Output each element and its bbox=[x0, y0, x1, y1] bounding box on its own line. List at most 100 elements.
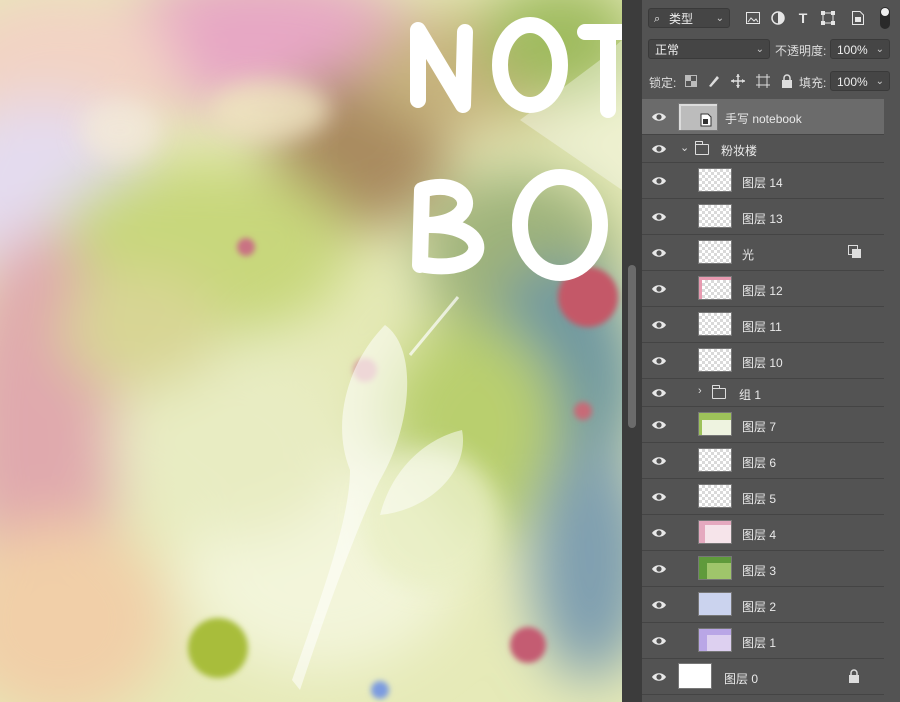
layer-name[interactable]: 图层 5 bbox=[742, 490, 776, 507]
layer-row[interactable]: › 组 1 bbox=[642, 379, 884, 407]
layer-row[interactable]: 图层 10 bbox=[642, 343, 884, 379]
layer-row[interactable]: 图层 2 bbox=[642, 587, 884, 623]
eye-icon[interactable] bbox=[651, 281, 667, 297]
canvas-vertical-scrollbar[interactable] bbox=[622, 0, 642, 702]
layer-thumbnail bbox=[698, 448, 732, 472]
blend-row: 正常 ⌄ 不透明度: 100% ⌄ bbox=[642, 37, 900, 63]
layer-thumbnail bbox=[698, 520, 732, 544]
layer-name[interactable]: 图层 12 bbox=[742, 282, 783, 299]
adjustment-filter-icon[interactable] bbox=[769, 9, 787, 27]
eye-icon[interactable] bbox=[651, 417, 667, 433]
lock-transparent-pixels-icon[interactable] bbox=[682, 72, 700, 90]
layer-name[interactable]: 图层 6 bbox=[742, 454, 776, 471]
filter-row: ⌕ 类型 ⌄ T bbox=[642, 0, 900, 34]
eye-icon[interactable] bbox=[651, 489, 667, 505]
fill-value: 100% bbox=[837, 75, 868, 89]
layer-name[interactable]: 图层 14 bbox=[742, 174, 783, 191]
lock-label: 锁定: bbox=[649, 76, 677, 90]
layer-row[interactable]: 图层 4 bbox=[642, 515, 884, 551]
eye-icon[interactable] bbox=[651, 245, 667, 261]
fill-input[interactable]: 100% ⌄ bbox=[830, 71, 890, 91]
layer-row[interactable]: 图层 3 bbox=[642, 551, 884, 587]
layer-thumbnail bbox=[698, 240, 732, 264]
blend-mode-select[interactable]: 正常 ⌄ bbox=[648, 39, 770, 59]
lock-artboard-icon[interactable] bbox=[754, 72, 772, 90]
shape-filter-icon[interactable] bbox=[819, 9, 837, 27]
eye-icon[interactable] bbox=[651, 669, 667, 685]
layer-thumbnail bbox=[678, 103, 718, 131]
filter-toggle[interactable] bbox=[880, 7, 890, 29]
layer-row[interactable]: 图层 7 bbox=[642, 407, 884, 443]
chevron-down-icon: ⌄ bbox=[875, 44, 884, 55]
layer-row[interactable]: 手写 notebook bbox=[642, 99, 884, 135]
layer-row[interactable]: 图层 5 bbox=[642, 479, 884, 515]
eye-icon[interactable] bbox=[651, 633, 667, 649]
eye-icon[interactable] bbox=[651, 141, 667, 157]
layer-name[interactable]: 图层 11 bbox=[742, 318, 782, 335]
layer-thumbnail bbox=[698, 412, 732, 436]
eye-icon[interactable] bbox=[651, 109, 667, 125]
layer-name[interactable]: 图层 0 bbox=[724, 670, 758, 687]
lock-all-icon[interactable] bbox=[778, 72, 796, 90]
fill-label: 填充: bbox=[799, 76, 827, 90]
eye-icon[interactable] bbox=[651, 209, 667, 225]
layer-row[interactable]: 图层 13 bbox=[642, 199, 884, 235]
layers-panel: ⌕ 类型 ⌄ T 正常 ⌄ 不透明度: 100% ⌄ 锁定: 填充: 100% … bbox=[642, 0, 900, 702]
layer-name[interactable]: 手写 notebook bbox=[725, 110, 802, 127]
layer-row[interactable]: 图层 1 bbox=[642, 623, 884, 659]
eye-icon[interactable] bbox=[651, 385, 667, 401]
filter-kind-label: 类型 bbox=[669, 12, 694, 26]
scrollbar-thumb[interactable] bbox=[628, 265, 636, 428]
layer-row[interactable]: 图层 11 bbox=[642, 307, 884, 343]
layer-name[interactable]: 图层 4 bbox=[742, 526, 776, 543]
eye-icon[interactable] bbox=[651, 453, 667, 469]
opacity-value: 100% bbox=[837, 43, 868, 57]
chevron-down-icon[interactable]: ⌄ bbox=[680, 141, 689, 154]
chevron-down-icon: ⌄ bbox=[715, 13, 724, 24]
layer-name[interactable]: 光 bbox=[742, 246, 754, 263]
layer-name[interactable]: 图层 13 bbox=[742, 210, 783, 227]
layer-thumbnail bbox=[698, 628, 732, 652]
layer-row[interactable]: 图层 14 bbox=[642, 163, 884, 199]
layer-row[interactable]: 图层 0 bbox=[642, 659, 884, 695]
image-filter-icon[interactable] bbox=[744, 9, 762, 27]
watercolor-artwork bbox=[0, 0, 622, 702]
filter-kind-select[interactable]: ⌕ 类型 ⌄ bbox=[648, 8, 730, 28]
eye-icon[interactable] bbox=[651, 317, 667, 333]
layer-thumbnail bbox=[678, 663, 712, 689]
layer-name[interactable]: 图层 3 bbox=[742, 562, 776, 579]
layer-row[interactable]: 图层 12 bbox=[642, 271, 884, 307]
lock-icon bbox=[848, 669, 862, 683]
eye-icon[interactable] bbox=[651, 525, 667, 541]
layer-name[interactable]: 组 1 bbox=[739, 386, 761, 403]
layer-name[interactable]: 图层 7 bbox=[742, 418, 776, 435]
type-filter-icon[interactable]: T bbox=[794, 9, 812, 27]
layer-thumbnail bbox=[698, 592, 732, 616]
lock-row: 锁定: 填充: 100% ⌄ bbox=[642, 68, 900, 94]
layer-name[interactable]: 图层 1 bbox=[742, 634, 776, 651]
eye-icon[interactable] bbox=[651, 597, 667, 613]
blend-mode-value: 正常 bbox=[655, 43, 680, 57]
search-icon: ⌕ bbox=[654, 13, 661, 25]
smart-object-filter-icon[interactable] bbox=[849, 9, 867, 27]
eye-icon[interactable] bbox=[651, 353, 667, 369]
folder-icon bbox=[712, 385, 726, 399]
layer-name[interactable]: 图层 2 bbox=[742, 598, 776, 615]
layer-name[interactable]: 粉妆楼 bbox=[721, 142, 757, 159]
layer-thumbnail bbox=[698, 348, 732, 372]
layer-row[interactable]: ⌄ 粉妆楼 bbox=[642, 135, 884, 163]
eye-icon[interactable] bbox=[651, 561, 667, 577]
opacity-input[interactable]: 100% ⌄ bbox=[830, 39, 890, 59]
folder-icon bbox=[695, 141, 709, 155]
layer-name[interactable]: 图层 10 bbox=[742, 354, 783, 371]
layer-row[interactable]: 图层 6 bbox=[642, 443, 884, 479]
chevron-down-icon: ⌄ bbox=[755, 44, 764, 55]
opacity-label: 不透明度: bbox=[775, 44, 827, 58]
lock-image-pixels-icon[interactable] bbox=[705, 72, 723, 90]
layer-row[interactable]: 光 bbox=[642, 235, 884, 271]
layer-thumbnail bbox=[698, 556, 732, 580]
chevron-right-icon[interactable]: › bbox=[698, 385, 702, 397]
lock-position-icon[interactable] bbox=[729, 72, 747, 90]
document-canvas[interactable] bbox=[0, 0, 622, 702]
eye-icon[interactable] bbox=[651, 173, 667, 189]
